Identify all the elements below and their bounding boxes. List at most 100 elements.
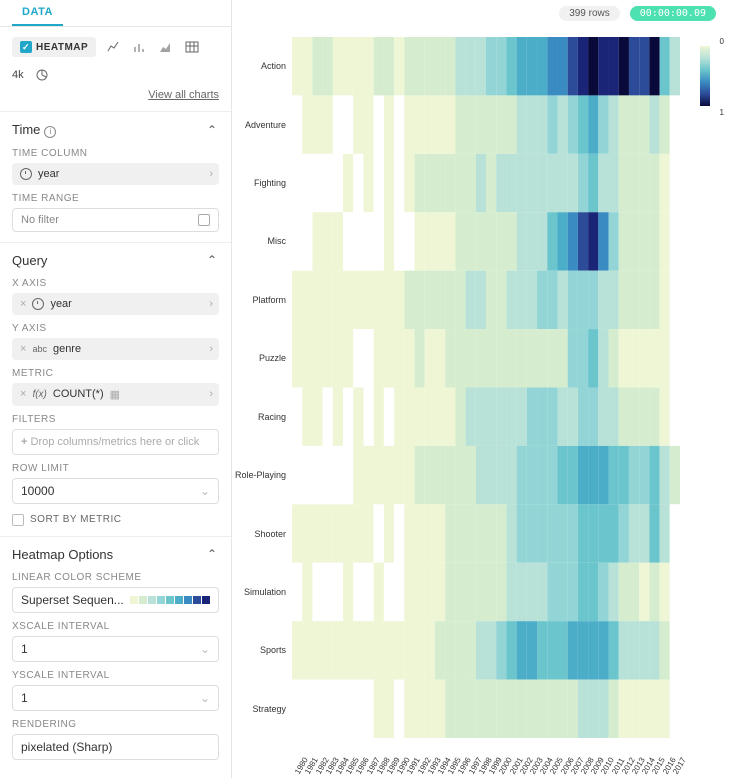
section-title: Query (12, 253, 47, 268)
y-tick-label: Puzzle (232, 329, 290, 387)
y-tick-label: Adventure (232, 95, 290, 153)
y-tick-label: Role-Playing (232, 446, 290, 504)
x-axis-label: X AXIS (12, 278, 219, 289)
time-column-label: TIME COLUMN (12, 148, 219, 159)
section-heatmap-header[interactable]: Heatmap Options ⌃ (12, 547, 219, 562)
save-icon: ▦ (110, 388, 120, 401)
x-axis-select[interactable]: × year › (12, 293, 219, 315)
chevron-down-icon: ⌄ (200, 691, 210, 705)
row-count-badge: 399 rows (559, 6, 620, 21)
clear-icon[interactable]: × (20, 298, 26, 310)
chevron-up-icon: ⌃ (205, 123, 219, 137)
colorscheme-label: LINEAR COLOR SCHEME (12, 572, 219, 583)
y-tick-label: Racing (232, 388, 290, 446)
time-range-input[interactable]: No filter (12, 208, 219, 232)
y-axis-label: Y AXIS (12, 323, 219, 334)
time-column-select[interactable]: year › (12, 163, 219, 185)
yscale-select[interactable]: 1 ⌄ (12, 685, 219, 711)
y-tick-label: Action (232, 37, 290, 95)
legend-min: 0 (696, 37, 724, 46)
metric-value: COUNT(*) (53, 388, 104, 400)
color-legend: 0 1 (696, 37, 724, 117)
chevron-down-icon: ⌄ (200, 484, 210, 498)
filters-placeholder: Drop columns/metrics here or click (31, 436, 200, 448)
section-time: Timei ⌃ TIME COLUMN year › TIME RANGE No… (0, 111, 231, 242)
info-icon: i (44, 126, 56, 138)
clear-icon[interactable]: × (20, 343, 26, 355)
chevron-up-icon: ⌃ (205, 253, 219, 267)
chevron-right-icon: › (209, 298, 213, 310)
metric-label: METRIC (12, 368, 219, 379)
clock-icon (20, 168, 32, 180)
line-chart-icon[interactable] (106, 39, 122, 55)
y-tick-label: Simulation (232, 563, 290, 621)
clear-icon[interactable]: × (20, 388, 26, 400)
y-tick-label: Sports (232, 621, 290, 679)
xscale-select[interactable]: 1 ⌄ (12, 636, 219, 662)
yscale-label: YSCALE INTERVAL (12, 670, 219, 681)
viz-label: HEATMAP (36, 42, 88, 53)
chevron-up-icon: ⌃ (205, 547, 219, 561)
table-icon[interactable] (184, 39, 200, 55)
section-query-header[interactable]: Query ⌃ (12, 253, 219, 268)
viz-heatmap-chip[interactable]: ✓ HEATMAP (12, 37, 96, 57)
query-timer: 00:00:00.09 (630, 6, 716, 21)
rendering-select[interactable]: pixelated (Sharp) (12, 734, 219, 760)
viz-type-row: ✓ HEATMAP 4k (0, 27, 231, 87)
section-title: Time (12, 122, 40, 137)
y-tick-label: Strategy (232, 680, 290, 738)
main-header: 399 rows 00:00:00.09 (232, 0, 730, 27)
xscale-label: XSCALE INTERVAL (12, 621, 219, 632)
chevron-down-icon: ⌄ (200, 642, 210, 656)
yscale-value: 1 (21, 691, 28, 705)
abc-icon: abc (32, 344, 47, 354)
fx-icon: f(x) (32, 389, 46, 400)
tab-bar: DATA (0, 0, 231, 27)
y-axis-select[interactable]: × abc genre › (12, 338, 219, 360)
time-column-value: year (38, 168, 59, 180)
tab-data[interactable]: DATA (12, 0, 63, 26)
check-icon: ✓ (20, 41, 32, 53)
xscale-value: 1 (21, 642, 28, 656)
filters-label: FILTERS (12, 414, 219, 425)
chevron-right-icon: › (209, 168, 213, 180)
clock-icon (32, 298, 44, 310)
section-time-header[interactable]: Timei ⌃ (12, 122, 219, 138)
heatmap-plot (292, 37, 680, 738)
chevron-right-icon: › (209, 388, 213, 400)
y-axis-labels: ActionAdventureFightingMiscPlatformPuzzl… (232, 37, 290, 738)
section-heatmap-options: Heatmap Options ⌃ LINEAR COLOR SCHEME Su… (0, 536, 231, 770)
section-query: Query ⌃ X AXIS × year › Y AXIS × abc gen… (0, 242, 231, 536)
chevron-right-icon: › (209, 343, 213, 355)
rendering-value: pixelated (Sharp) (21, 740, 112, 754)
checkbox-box (12, 514, 24, 526)
colorscheme-select[interactable]: Superset Sequen... (12, 587, 219, 613)
sidebar: DATA ✓ HEATMAP 4k View all charts Timei … (0, 0, 232, 778)
colorscheme-value: Superset Sequen... (21, 593, 124, 607)
view-all-charts-link[interactable]: View all charts (148, 89, 219, 101)
bar-chart-icon[interactable] (132, 39, 148, 55)
y-tick-label: Misc (232, 212, 290, 270)
rowlimit-value: 10000 (21, 484, 54, 498)
pie-chart-icon[interactable] (34, 67, 50, 83)
sortby-checkbox[interactable]: SORT BY METRIC (12, 514, 219, 526)
legend-bar (700, 46, 710, 106)
bignumber-icon[interactable]: 4k (12, 67, 24, 83)
x-axis-value: year (50, 298, 71, 310)
chart-area: ActionAdventureFightingMiscPlatformPuzzl… (232, 27, 730, 778)
time-range-value: No filter (21, 214, 59, 226)
y-axis-value: genre (53, 343, 81, 355)
rowlimit-select[interactable]: 10000 ⌄ (12, 478, 219, 504)
sortby-label: SORT BY METRIC (30, 514, 121, 525)
metric-select[interactable]: × f(x) COUNT(*) ▦ › (12, 383, 219, 406)
area-chart-icon[interactable] (158, 39, 174, 55)
plus-icon: + (21, 436, 27, 448)
filters-dropzone[interactable]: + Drop columns/metrics here or click (12, 429, 219, 455)
y-tick-label: Fighting (232, 154, 290, 212)
rowlimit-label: ROW LIMIT (12, 463, 219, 474)
main: 399 rows 00:00:00.09 ActionAdventureFigh… (232, 0, 730, 778)
y-tick-label: Platform (232, 271, 290, 329)
calendar-icon (198, 214, 210, 226)
section-title: Heatmap Options (12, 547, 113, 562)
y-tick-label: Shooter (232, 504, 290, 562)
